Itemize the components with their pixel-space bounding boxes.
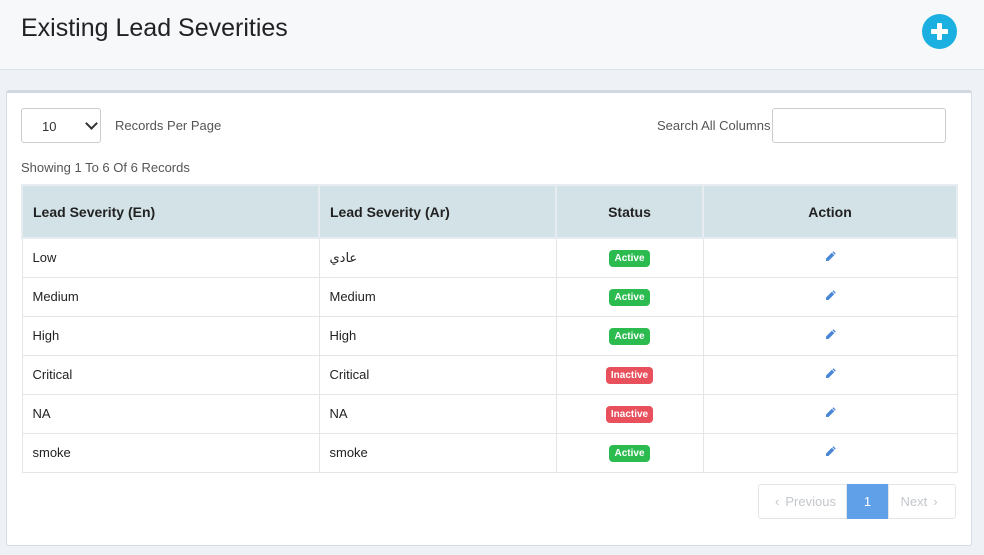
chevron-left-icon: ‹ <box>775 494 780 509</box>
next-label: Next <box>900 494 928 509</box>
action-cell <box>702 315 958 356</box>
severity-en-cell: Medium <box>21 276 320 317</box>
status-badge: Active <box>609 288 650 306</box>
severity-en-cell: Low <box>21 237 320 278</box>
previous-label: Previous <box>785 494 836 509</box>
severity-ar-cell: Medium <box>318 276 557 317</box>
action-cell <box>702 237 958 278</box>
pencil-icon[interactable] <box>824 445 837 461</box>
status-cell: Inactive <box>555 393 704 434</box>
severity-en-cell: smoke <box>21 432 320 473</box>
severity-en-cell: Critical <box>21 354 320 395</box>
action-cell <box>702 276 958 317</box>
status-cell: Active <box>555 315 704 356</box>
table-row: NA NA Inactive <box>21 393 958 434</box>
column-header-status[interactable]: Status <box>555 184 704 239</box>
action-cell <box>702 393 958 434</box>
search-label: Search All Columns <box>657 118 771 133</box>
severity-en-cell: High <box>21 315 320 356</box>
status-badge: Active <box>609 327 650 345</box>
table-row: smoke smoke Active <box>21 432 958 473</box>
severity-ar-cell: Critical <box>318 354 557 395</box>
page-length-value: 10 <box>42 119 57 134</box>
chevron-right-icon: › <box>933 494 938 509</box>
status-badge: Inactive <box>605 366 654 384</box>
table-header-row: Lead Severity (En) Lead Severity (Ar) St… <box>21 184 958 239</box>
add-severity-button[interactable] <box>922 14 957 49</box>
pencil-icon[interactable] <box>824 367 837 383</box>
action-cell <box>702 354 958 395</box>
column-header-en[interactable]: Lead Severity (En) <box>21 184 320 239</box>
page-header: Existing Lead Severities <box>0 0 984 70</box>
table-row: Medium Medium Active <box>21 276 958 317</box>
severity-ar-cell: High <box>318 315 557 356</box>
severity-en-cell: NA <box>21 393 320 434</box>
pencil-icon[interactable] <box>824 289 837 305</box>
pagination: ‹ Previous 1 Next › <box>758 484 956 519</box>
severity-ar-cell: smoke <box>318 432 557 473</box>
lead-severities-table: Lead Severity (En) Lead Severity (Ar) St… <box>21 184 958 473</box>
table-row: Critical Critical Inactive <box>21 354 958 395</box>
page-1-button[interactable]: 1 <box>847 484 888 519</box>
records-per-page-label: Records Per Page <box>115 118 222 133</box>
action-cell <box>702 432 958 473</box>
severity-ar-cell: NA <box>318 393 557 434</box>
status-badge: Active <box>609 444 650 462</box>
status-badge: Active <box>609 249 650 267</box>
chevron-down-icon <box>85 117 98 130</box>
status-badge: Inactive <box>605 405 654 423</box>
status-cell: Active <box>555 276 704 317</box>
status-cell: Active <box>555 237 704 278</box>
search-input[interactable] <box>772 108 946 143</box>
records-info: Showing 1 To 6 Of 6 Records <box>21 160 190 175</box>
severity-ar-cell: عادي <box>318 237 557 278</box>
pencil-icon[interactable] <box>824 328 837 344</box>
column-header-action: Action <box>702 184 958 239</box>
pencil-icon[interactable] <box>824 406 837 422</box>
column-header-ar[interactable]: Lead Severity (Ar) <box>318 184 557 239</box>
table-row: Low عادي Active <box>21 237 958 278</box>
table-row: High High Active <box>21 315 958 356</box>
pencil-icon[interactable] <box>824 250 837 266</box>
plus-icon-vertical <box>937 23 942 40</box>
next-page-button[interactable]: Next › <box>888 484 956 519</box>
previous-page-button[interactable]: ‹ Previous <box>758 484 847 519</box>
page-length-select[interactable]: 10 <box>21 108 101 143</box>
status-cell: Active <box>555 432 704 473</box>
page-title: Existing Lead Severities <box>21 14 288 42</box>
status-cell: Inactive <box>555 354 704 395</box>
